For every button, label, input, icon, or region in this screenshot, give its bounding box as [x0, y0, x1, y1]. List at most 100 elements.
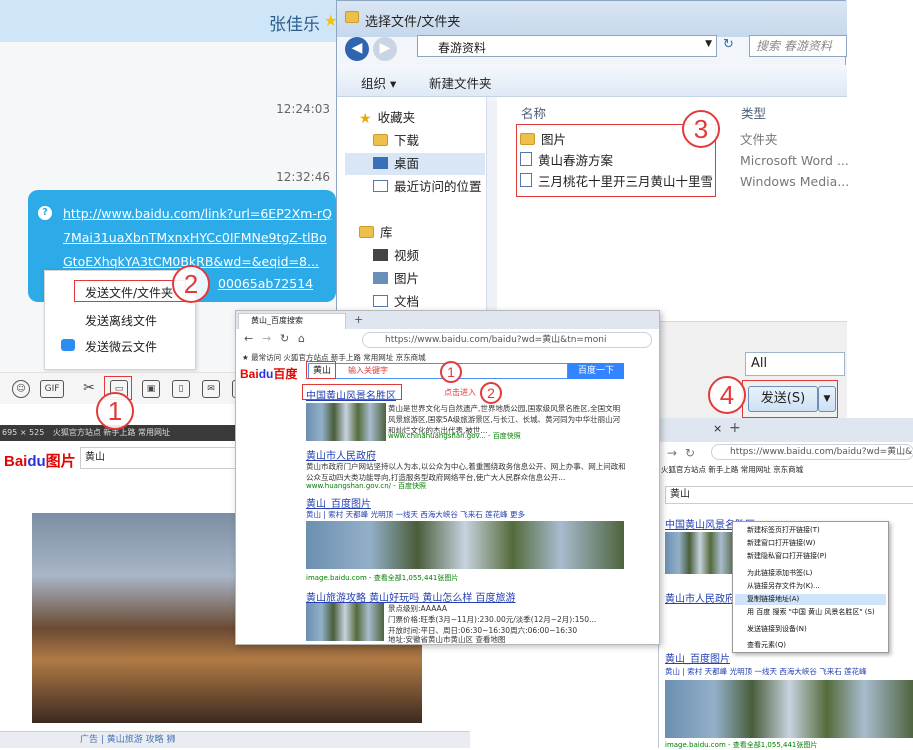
shake-icon[interactable]: ▯ — [172, 380, 190, 398]
gif-button[interactable]: GIF — [40, 380, 64, 398]
result-image-row[interactable] — [306, 521, 624, 569]
result-link[interactable]: 黄山市人民政府 — [306, 447, 376, 462]
nav-label: 桌面 — [394, 156, 420, 171]
nav-label: 下载 — [394, 133, 420, 148]
navigation-pane: ★ 收藏夹 下载 桌面 最近访问的位置 库 视频 图片 文档 — [337, 97, 487, 321]
ctx-inspect[interactable]: 查看元素(Q) — [747, 640, 786, 651]
image-icon[interactable]: ▣ — [142, 380, 160, 398]
result-link[interactable]: 黄山_百度图片 — [665, 650, 730, 665]
message-link-tail[interactable]: 00065ab72514 — [218, 276, 313, 291]
home-icon[interactable]: ⌂ — [298, 332, 305, 345]
forward-icon[interactable]: → — [262, 332, 271, 345]
chat-contact-name: 张佳乐 — [269, 15, 320, 35]
ctx-open-tab[interactable]: 新建标签页打开链接(T) — [747, 525, 820, 536]
search-button[interactable]: 百度一下 — [568, 363, 624, 379]
result-link[interactable]: 黄山旅游攻略 黄山好玩吗 黄山怎么样 百度旅游 — [306, 589, 516, 604]
bottom-text: 广告 | 黄山旅游 攻略 狮 — [80, 735, 176, 745]
ctx-search[interactable]: 用 百度 搜索 "中国 黄山 风景名胜区" (S) — [747, 607, 875, 618]
nav-label: 文档 — [394, 294, 420, 309]
ctx-save-link[interactable]: 从链接另存文件为(K)... — [747, 581, 820, 592]
step-marker: 4 — [708, 376, 746, 414]
step-marker: 1 — [440, 361, 462, 383]
message-link[interactable]: http://www.baidu.com/link?url=6EP2Xm-rQ7… — [63, 202, 333, 274]
nav-recent[interactable]: 最近访问的位置 — [373, 176, 482, 198]
back-icon[interactable]: ← — [244, 332, 253, 345]
scissors-icon[interactable]: ✂ — [80, 380, 98, 398]
menu-item-send-offline[interactable]: 发送离线文件 — [45, 309, 195, 333]
result-thumbnail[interactable] — [306, 603, 384, 641]
timestamp: 12:24:03 — [276, 102, 330, 116]
nav-desktop[interactable]: 桌面 — [345, 153, 485, 175]
result-sublinks[interactable]: 黄山 | 索村 天都峰 光明顶 一线天 西海大峡谷 飞来石 莲花峰 更多 — [306, 509, 525, 520]
new-folder-button[interactable]: 新建文件夹 — [429, 73, 492, 92]
refresh-icon[interactable]: ↻ — [685, 446, 695, 460]
url-bar[interactable]: https://www.baidu.com/baidu?wd=黄山&tn=mo — [711, 444, 913, 460]
scrollbar[interactable] — [487, 101, 497, 321]
browser-window: 黄山_百度搜索 + ← → ↻ ⌂ https://www.baidu.com/… — [235, 310, 660, 645]
organize-button[interactable]: 组织 ▾ — [361, 73, 396, 92]
tab-search[interactable]: 黄山_百度搜索 — [238, 313, 346, 329]
chevron-down-icon[interactable]: ▼ — [705, 39, 712, 49]
new-tab-button[interactable]: + — [354, 313, 363, 326]
result-url: image.baidu.com - 查看全部1,055,441张图片 — [306, 574, 459, 582]
nav-label: 收藏夹 — [377, 110, 416, 125]
browser-tabs: 黄山_百度搜索 + — [236, 311, 659, 329]
image-window-bottom: 广告 | 黄山旅游 攻略 狮 — [0, 731, 470, 748]
file-type: Microsoft Word ... — [740, 153, 849, 168]
result-line: 门票价格:旺季(3月~11月):230.00元/淡季(12月~2月):150..… — [388, 615, 597, 624]
search-input[interactable]: 黄山 — [665, 486, 913, 504]
refresh-icon[interactable]: ↻ — [723, 37, 734, 52]
result-link[interactable]: 黄山市人民政府 — [665, 590, 735, 605]
new-tab-button[interactable]: + — [729, 420, 741, 436]
context-menu: 新建标签页打开链接(T) 新建窗口打开链接(W) 新建隐私窗口打开链接(P) 为… — [732, 521, 889, 653]
nav-favorites[interactable]: ★ 收藏夹 — [359, 107, 415, 129]
result-line: 景点级别:AAAAA — [388, 604, 448, 613]
shield-icon: ? — [38, 206, 52, 220]
step-marker: 3 — [682, 110, 720, 148]
address-bar[interactable]: 春游资料 ▼ — [417, 35, 717, 57]
back-button[interactable]: ◀ — [345, 37, 369, 61]
result-line: 地址:安徽省黄山市黄山区 查看地图 — [388, 635, 506, 644]
nav-library[interactable]: 库 — [359, 222, 393, 244]
address-path: 春游资料 — [438, 41, 487, 55]
dialog-titlebar: 选择文件/文件夹 — [337, 1, 847, 37]
nav-downloads[interactable]: 下载 — [373, 130, 419, 152]
result-thumbnail[interactable] — [306, 403, 386, 441]
close-icon[interactable]: × — [713, 422, 722, 435]
result-image-row[interactable] — [665, 680, 913, 738]
dialog-title: 选择文件/文件夹 — [365, 15, 461, 30]
nav-label: 图片 — [394, 271, 420, 286]
url-bar[interactable]: https://www.baidu.com/baidu?wd=黄山&tn=mon… — [362, 332, 652, 348]
emoji-icon[interactable]: ☺ — [12, 380, 30, 398]
ctx-send-device[interactable]: 发送链接到设备(N) — [747, 624, 807, 635]
forward-icon[interactable]: → — [667, 446, 677, 460]
file-type-select[interactable]: All — [745, 352, 845, 376]
ctx-open-private[interactable]: 新建隐私窗口打开链接(P) — [747, 551, 827, 562]
baidu-image-logo: Baidu图片 — [4, 453, 76, 470]
result-sublinks[interactable]: 黄山 | 索村 天都峰 光明顶 一线天 西海大峡谷 飞来石 莲花峰 — [665, 666, 867, 677]
refresh-icon[interactable]: ↻ — [280, 332, 289, 345]
column-name[interactable]: 名称 — [521, 103, 546, 122]
menu-item-send-weiyun[interactable]: 发送微云文件 — [45, 335, 195, 359]
highlight-box — [742, 380, 838, 418]
image-search-input[interactable]: 黄山 — [80, 447, 237, 469]
result-url: www.huangshan.gov.cn/ - 百度快照 — [306, 482, 427, 490]
image-window: 695 × 525 火狐官方站点 新手上路 常用网址 Baidu图片 黄山 广告… — [0, 425, 470, 748]
nav-videos[interactable]: 视频 — [373, 245, 419, 267]
ctx-copy-link[interactable]: 复制链接地址(A) — [735, 594, 886, 605]
search-input[interactable]: 黄山 — [308, 363, 568, 379]
annotation-enter-keyword: 输入关键字 — [348, 366, 388, 375]
nav-pictures[interactable]: 图片 — [373, 268, 419, 290]
ctx-bookmark[interactable]: 为此链接添加书签(L) — [747, 568, 812, 579]
file-type: 文件夹 — [740, 132, 778, 147]
result-snippet: 黄山市政府门户网站坚持以人为本,以公众为中心,着重围绕政务信息公开、网上办事、网… — [306, 462, 626, 482]
forward-button[interactable]: ▶ — [373, 37, 397, 61]
ctx-open-window[interactable]: 新建窗口打开链接(W) — [747, 538, 815, 549]
step-marker: 2 — [480, 382, 502, 404]
result-link[interactable]: 黄山_百度图片 — [306, 495, 371, 510]
column-type[interactable]: 类型 — [741, 103, 766, 122]
red-packet-icon[interactable]: ✉ — [202, 380, 220, 398]
result-thumbnail[interactable] — [665, 532, 735, 574]
browser-nav: ← → ↻ ⌂ https://www.baidu.com/baidu?wd=黄… — [236, 329, 659, 351]
search-input[interactable]: 搜索 春游资料 — [749, 35, 847, 57]
